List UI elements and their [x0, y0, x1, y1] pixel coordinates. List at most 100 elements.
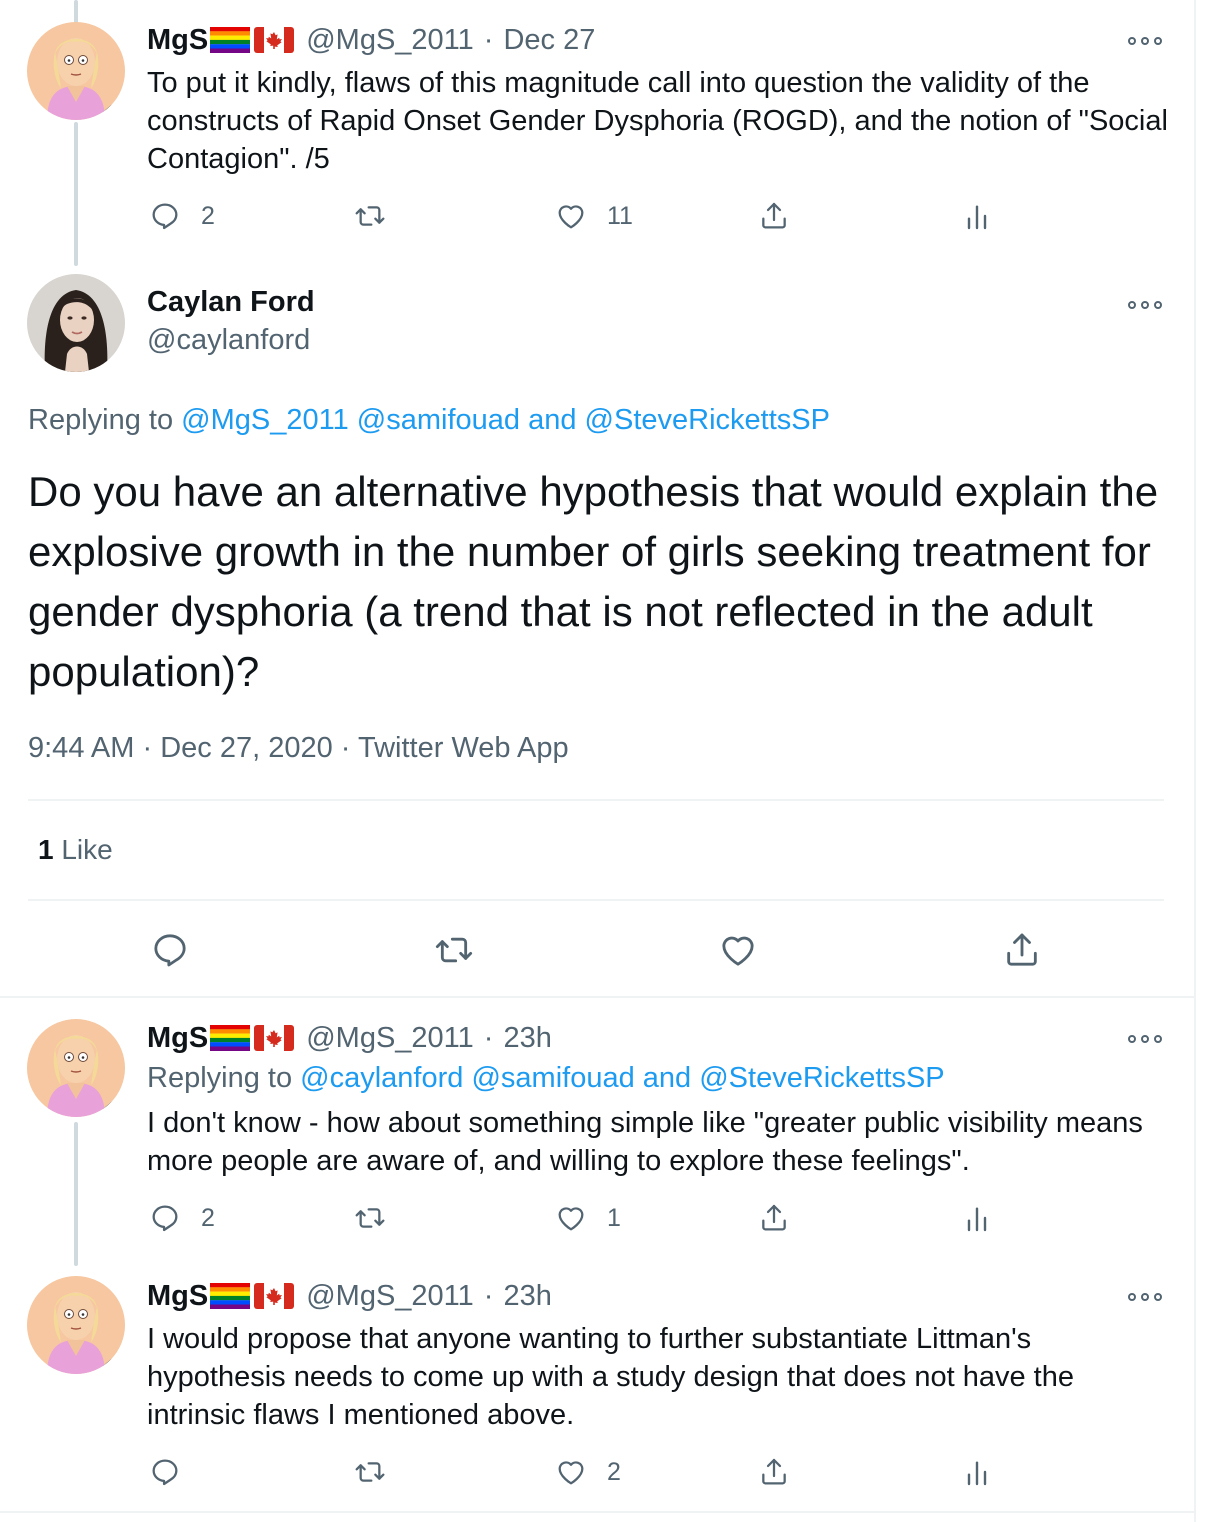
share-button[interactable] [758, 1198, 790, 1238]
share-icon [758, 1456, 790, 1488]
analytics-icon [961, 1456, 993, 1488]
tweet-source[interactable]: Twitter Web App [358, 732, 569, 764]
like-count: 1 [607, 1203, 621, 1232]
more-icon[interactable] [1128, 298, 1162, 312]
divider [0, 1511, 1194, 1513]
replying-prefix: Replying to [147, 1062, 293, 1094]
separator: · [483, 1279, 494, 1312]
reply-icon [150, 930, 190, 970]
canada-flag-icon [254, 27, 294, 53]
reply-button[interactable]: 2 [149, 1198, 215, 1238]
canada-flag-icon [254, 1025, 294, 1051]
tweet-time[interactable]: 23h [503, 1022, 551, 1055]
rainbow-flag-icon [210, 1283, 250, 1309]
reply-count: 2 [201, 201, 215, 230]
avatar[interactable] [27, 274, 125, 372]
author-name[interactable]: Caylan Ford [147, 286, 315, 319]
share-button[interactable] [1002, 930, 1042, 970]
like-count: 11 [607, 201, 633, 230]
mention-link[interactable]: @SteveRickettsSP [585, 404, 830, 436]
author-handle[interactable]: @caylanford [147, 324, 310, 357]
heart-icon [555, 1456, 587, 1488]
retweet-icon [354, 1202, 386, 1234]
tweet-header: MgS @MgS_2011 · 23h [147, 1018, 552, 1058]
tweet-time[interactable]: 9:44 AM [28, 732, 134, 764]
more-icon[interactable] [1128, 1290, 1162, 1304]
author-handle[interactable]: @MgS_2011 [306, 24, 474, 57]
separator: · [483, 1021, 494, 1054]
analytics-button[interactable] [961, 196, 993, 236]
more-icon[interactable] [1128, 1032, 1162, 1046]
others-link[interactable]: and [643, 1062, 691, 1094]
reply-icon [149, 1202, 181, 1234]
reply-icon [149, 1456, 181, 1488]
tweet-time[interactable]: Dec 27 [503, 24, 595, 57]
author-name[interactable]: MgS [147, 1280, 208, 1313]
separator: · [483, 23, 494, 56]
separator: · [142, 732, 153, 764]
like-total: 1 [38, 834, 54, 865]
reply-button[interactable]: 2 [149, 196, 215, 236]
replying-to: Replying to @MgS_2011 @samifouad and @St… [28, 404, 830, 437]
mention-link[interactable]: @samifouad [357, 404, 520, 436]
heart-icon [555, 200, 587, 232]
avatar[interactable] [27, 22, 125, 120]
mention-link[interactable]: @SteveRickettsSP [699, 1062, 944, 1094]
mention-link[interactable]: @MgS_2011 [181, 404, 349, 436]
author-name[interactable]: MgS [147, 1022, 208, 1055]
like-button[interactable] [718, 930, 758, 970]
share-icon [758, 200, 790, 232]
author-handle[interactable]: @MgS_2011 [306, 1022, 474, 1055]
mention-link[interactable]: @caylanford [300, 1062, 463, 1094]
reply-button[interactable] [149, 1452, 181, 1492]
likes-stat[interactable]: 1 Like [38, 834, 113, 866]
reply-icon [149, 200, 181, 232]
share-icon [1002, 930, 1042, 970]
replying-prefix: Replying to [28, 404, 174, 436]
tweet-date[interactable]: Dec 27, 2020 [160, 732, 333, 764]
divider [28, 799, 1164, 801]
analytics-icon [961, 200, 993, 232]
share-button[interactable] [758, 196, 790, 236]
tweet-time[interactable]: 23h [503, 1280, 551, 1313]
tweet-meta: 9:44 AM · Dec 27, 2020 · Twitter Web App [28, 732, 569, 765]
retweet-icon [354, 1456, 386, 1488]
retweet-button[interactable] [354, 1452, 386, 1492]
share-button[interactable] [758, 1452, 790, 1492]
like-button[interactable]: 11 [555, 196, 633, 236]
column-border [1194, 0, 1196, 1522]
analytics-icon [961, 1202, 993, 1234]
others-link[interactable]: and [528, 404, 576, 436]
like-button[interactable]: 1 [555, 1198, 621, 1238]
retweet-button[interactable] [354, 1198, 386, 1238]
thread-connector [74, 122, 78, 266]
thread-connector [74, 0, 78, 24]
reply-count: 2 [201, 1203, 215, 1232]
author-handle[interactable]: @MgS_2011 [306, 1280, 474, 1313]
replying-to: Replying to @caylanford @samifouad and @… [147, 1062, 945, 1095]
tweet-text: To put it kindly, flaws of this magnitud… [147, 67, 1168, 175]
tweet-text: I would propose that anyone wanting to f… [147, 1323, 1074, 1431]
thread-connector [74, 1122, 78, 1266]
analytics-button[interactable] [961, 1452, 993, 1492]
author-name[interactable]: MgS [147, 24, 208, 57]
retweet-button[interactable] [354, 196, 386, 236]
divider [0, 996, 1194, 998]
tweet-header: MgS @MgS_2011 · 23h [147, 1276, 552, 1316]
share-icon [758, 1202, 790, 1234]
heart-icon [555, 1202, 587, 1234]
more-icon[interactable] [1128, 34, 1162, 48]
like-button[interactable]: 2 [555, 1452, 621, 1492]
like-count: 2 [607, 1457, 621, 1486]
reply-button[interactable] [150, 930, 190, 970]
mention-link[interactable]: @samifouad [471, 1062, 634, 1094]
retweet-icon [434, 930, 474, 970]
avatar[interactable] [27, 1276, 125, 1374]
like-label: Like [61, 834, 113, 865]
avatar[interactable] [27, 1019, 125, 1117]
retweet-button[interactable] [434, 930, 474, 970]
heart-icon [718, 930, 758, 970]
analytics-button[interactable] [961, 1198, 993, 1238]
canada-flag-icon [254, 1283, 294, 1309]
separator: · [340, 732, 351, 764]
